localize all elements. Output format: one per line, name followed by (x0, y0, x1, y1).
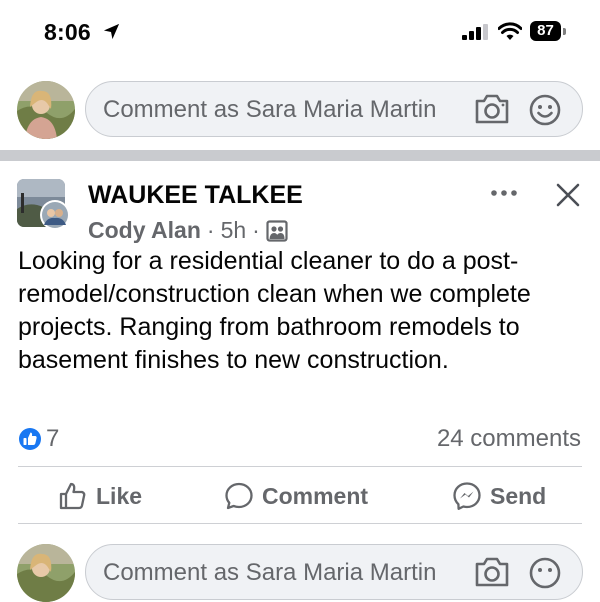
like-count: 7 (46, 425, 60, 452)
wifi-icon (498, 22, 522, 40)
camera-icon[interactable] (474, 93, 510, 125)
camera-icon[interactable] (474, 556, 510, 588)
avatar[interactable] (17, 544, 75, 602)
thumbs-up-icon (59, 482, 86, 510)
post-text: Looking for a residential cleaner to do … (18, 247, 531, 374)
comment-button[interactable]: Comment (224, 481, 368, 511)
smiley-icon[interactable] (529, 557, 561, 589)
comment-label: Comment (262, 482, 369, 509)
post-meta: Cody Alan · 5h · (88, 217, 288, 244)
status-bar: 8:06 87 (0, 0, 600, 66)
location-arrow-icon (103, 23, 120, 40)
group-name[interactable]: WAUKEE TALKEE (88, 181, 303, 210)
group-avatar[interactable] (17, 179, 71, 231)
comment-count[interactable]: 24 comments (437, 425, 581, 453)
more-options-icon[interactable] (490, 189, 518, 197)
like-button[interactable]: Like (58, 481, 142, 511)
battery-cap (563, 28, 566, 35)
section-divider (0, 150, 600, 161)
meta-separator: · (252, 217, 260, 243)
divider-line (18, 466, 582, 467)
battery-icon: 87 (530, 21, 561, 41)
comment-placeholder: Comment as Sara Maria Martin (103, 96, 437, 123)
comment-placeholder: Comment as Sara Maria Martin (103, 559, 437, 586)
post-age[interactable]: 5h (221, 217, 247, 244)
signal-icon (462, 24, 488, 40)
avatar[interactable] (17, 81, 75, 139)
send-button[interactable]: Send (452, 481, 546, 511)
author-name[interactable]: Cody Alan (88, 217, 201, 244)
send-label: Send (490, 482, 547, 509)
audience-group-icon (266, 219, 288, 242)
close-icon[interactable] (556, 183, 580, 207)
meta-separator: · (206, 217, 215, 243)
reaction-summary[interactable]: 7 (18, 425, 59, 453)
comment-input[interactable]: Comment as Sara Maria Martin (85, 544, 583, 600)
comment-input[interactable]: Comment as Sara Maria Martin (85, 81, 583, 137)
clock-time: 8:06 (44, 19, 91, 45)
divider-line (18, 523, 582, 524)
like-label: Like (96, 482, 143, 509)
smiley-icon[interactable] (529, 94, 561, 126)
messenger-send-icon (453, 482, 481, 510)
like-reaction-icon (19, 428, 41, 450)
comment-bubble-icon (225, 482, 253, 510)
